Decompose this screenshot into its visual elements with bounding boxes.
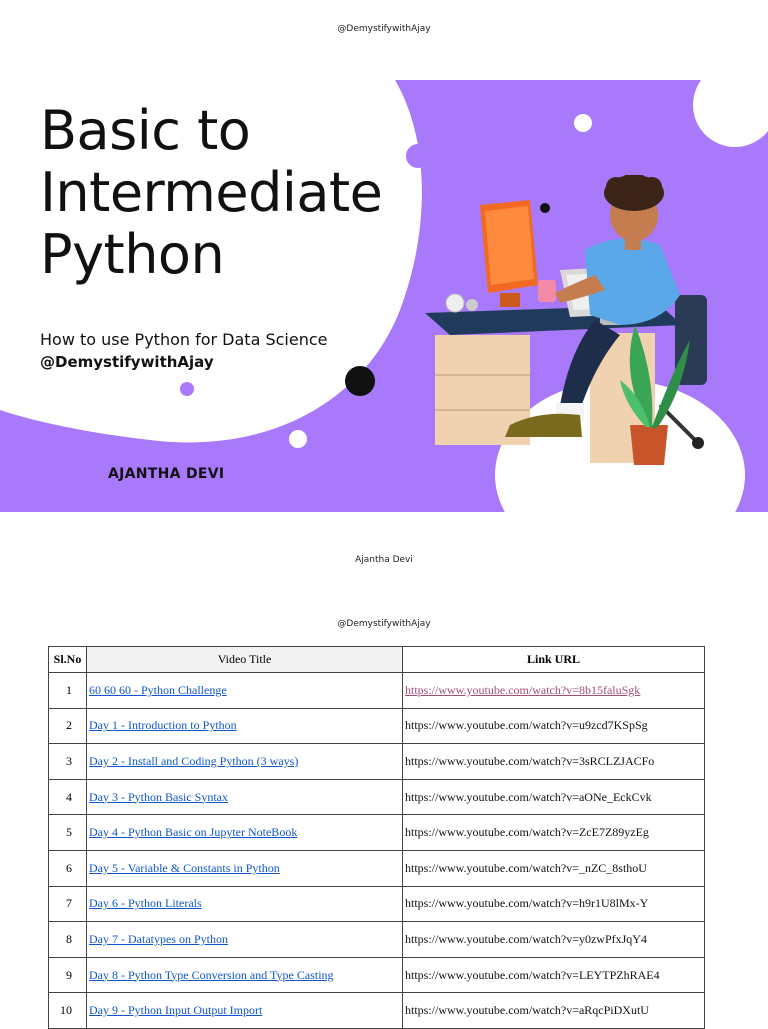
cover-title-line-1: Basic to bbox=[40, 99, 251, 162]
video-title-link[interactable]: Day 7 - Datatypes on Python bbox=[86, 921, 403, 958]
cover-title-line-3: Python bbox=[40, 223, 225, 286]
video-url-text: https://www.youtube.com/watch?v=_nZC_8st… bbox=[402, 849, 705, 887]
video-list-table: Sl.No Video Title Link URL 1 60 60 60 - … bbox=[48, 646, 705, 1029]
column-header-link-url: Link URL bbox=[402, 646, 705, 673]
column-header-video-title: Video Title bbox=[86, 646, 403, 673]
video-url-text: https://www.youtube.com/watch?v=ZcE7Z89y… bbox=[402, 814, 705, 851]
table-row: 9 Day 8 - Python Type Conversion and Typ… bbox=[48, 956, 705, 994]
row-number: 10 bbox=[48, 992, 87, 1029]
video-url-text: https://www.youtube.com/watch?v=3sRCLZJA… bbox=[402, 743, 705, 780]
cover-slide: Basic to Intermediate Python How to use … bbox=[0, 80, 768, 512]
video-title-link[interactable]: Day 8 - Python Type Conversion and Type … bbox=[86, 956, 403, 994]
cover-handle: @DemystifywithAjay bbox=[40, 353, 214, 371]
video-url-text: https://www.youtube.com/watch?v=aONe_Eck… bbox=[402, 778, 705, 816]
table-row: 2 Day 1 - Introduction to Python https:/… bbox=[48, 707, 705, 745]
cover-author: AJANTHA DEVI bbox=[108, 466, 225, 482]
row-number: 1 bbox=[48, 672, 87, 709]
video-title-link[interactable]: 60 60 60 - Python Challenge bbox=[86, 672, 403, 709]
table-row: 1 60 60 60 - Python Challenge https://ww… bbox=[48, 672, 705, 709]
row-number: 9 bbox=[48, 956, 87, 994]
table-row: 10 Day 9 - Python Input Output Import ht… bbox=[48, 992, 705, 1029]
table-row: 6 Day 5 - Variable & Constants in Python… bbox=[48, 849, 705, 887]
row-number: 3 bbox=[48, 743, 87, 780]
video-url-text: https://www.youtube.com/watch?v=aRqcPiDX… bbox=[402, 992, 705, 1029]
row-number: 4 bbox=[48, 778, 87, 816]
cover-title-line-2: Intermediate bbox=[40, 161, 383, 224]
video-title-link[interactable]: Day 6 - Python Literals bbox=[86, 885, 403, 923]
video-title-link[interactable]: Day 3 - Python Basic Syntax bbox=[86, 778, 403, 816]
video-url-text: https://www.youtube.com/watch?v=LEYTPZhR… bbox=[402, 956, 705, 994]
video-url-link[interactable]: https://www.youtube.com/watch?v=8b15falu… bbox=[402, 672, 705, 709]
video-title-link[interactable]: Day 9 - Python Input Output Import bbox=[86, 992, 403, 1029]
row-number: 7 bbox=[48, 885, 87, 923]
row-number: 8 bbox=[48, 921, 87, 958]
cover-title: Basic to Intermediate Python bbox=[40, 99, 383, 286]
video-url-text: https://www.youtube.com/watch?v=y0zwPfxJ… bbox=[402, 921, 705, 958]
video-title-link[interactable]: Day 2 - Install and Coding Python (3 way… bbox=[86, 743, 403, 780]
table-row: 4 Day 3 - Python Basic Syntax https://ww… bbox=[48, 778, 705, 816]
table-header-row: Sl.No Video Title Link URL bbox=[48, 646, 705, 673]
video-title-link[interactable]: Day 4 - Python Basic on Jupyter NoteBook bbox=[86, 814, 403, 851]
table-row: 8 Day 7 - Datatypes on Python https://ww… bbox=[48, 921, 705, 958]
cover-subtitle: How to use Python for Data Science bbox=[40, 330, 328, 349]
video-url-text: https://www.youtube.com/watch?v=u9zcd7KS… bbox=[402, 707, 705, 745]
table-row: 3 Day 2 - Install and Coding Python (3 w… bbox=[48, 743, 705, 780]
video-title-link[interactable]: Day 1 - Introduction to Python bbox=[86, 707, 403, 745]
footer-author: Ajantha Devi bbox=[355, 555, 413, 565]
table-row: 7 Day 6 - Python Literals https://www.yo… bbox=[48, 885, 705, 923]
column-header-slno: Sl.No bbox=[48, 646, 87, 673]
page2-header-handle: @DemystifywithAjay bbox=[337, 619, 431, 629]
table-row: 5 Day 4 - Python Basic on Jupyter NoteBo… bbox=[48, 814, 705, 851]
row-number: 2 bbox=[48, 707, 87, 745]
page-header-handle: @DemystifywithAjay bbox=[337, 24, 431, 34]
row-number: 5 bbox=[48, 814, 87, 851]
video-url-text: https://www.youtube.com/watch?v=h9r1U8lM… bbox=[402, 885, 705, 923]
person-at-desk-illustration bbox=[425, 175, 707, 465]
row-number: 6 bbox=[48, 849, 87, 887]
video-title-link[interactable]: Day 5 - Variable & Constants in Python bbox=[86, 849, 403, 887]
